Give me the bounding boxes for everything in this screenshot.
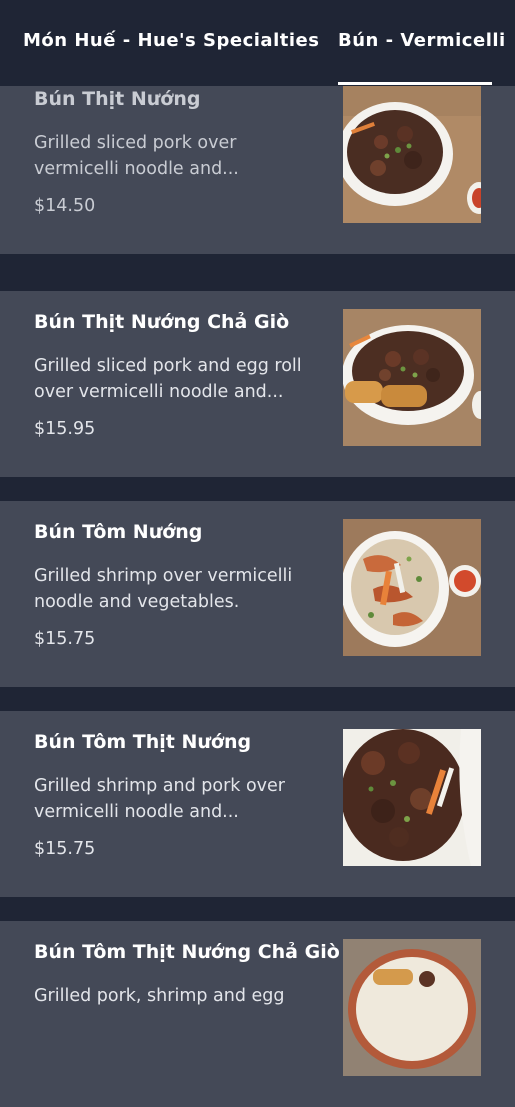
menu-item-photo	[343, 939, 481, 1076]
menu-item-card[interactable]: Bún Tôm Thịt Nướng Chả Giò Grilled pork,…	[0, 921, 515, 1107]
tab-hue-specialties[interactable]: Món Huế - Hue's Specialties	[23, 30, 319, 51]
menu-item-card[interactable]: Bún Tôm Thịt Nướng Grilled shrimp and po…	[0, 711, 515, 897]
menu-item-price: $14.50	[34, 196, 96, 216]
menu-item-description: Grilled pork, shrimp and egg	[34, 986, 285, 1006]
menu-item-name: Bún Thịt Nướng	[34, 88, 201, 110]
menu-item-photo	[343, 309, 481, 446]
menu-item-description: Grilled shrimp and pork over vermicelli …	[34, 776, 285, 822]
menu-item-name: Bún Tôm Thịt Nướng	[34, 731, 252, 753]
menu-item-price: $15.75	[34, 629, 96, 649]
menu-item-card[interactable]: Bún Thịt Nướng Grilled sliced pork over …	[0, 68, 515, 254]
menu-item-photo	[343, 86, 481, 223]
menu-item-card[interactable]: Bún Thịt Nướng Chả Giò Grilled sliced po…	[0, 291, 515, 477]
menu-item-description: Grilled sliced pork over vermicelli nood…	[34, 133, 239, 179]
menu-item-name: Bún Thịt Nướng Chả Giò	[34, 311, 290, 333]
menu-item-description: Grilled sliced pork and egg roll over ve…	[34, 356, 302, 402]
menu-item-description: Grilled shrimp over vermicelli noodle an…	[34, 566, 293, 612]
active-tab-indicator	[338, 82, 492, 85]
menu-item-card[interactable]: Bún Tôm Nướng Grilled shrimp over vermic…	[0, 501, 515, 687]
menu-item-photo	[343, 729, 481, 866]
menu-item-price: $15.75	[34, 839, 96, 859]
menu-item-price: $15.95	[34, 419, 96, 439]
tab-vermicelli[interactable]: Bún - Vermicelli	[338, 30, 506, 51]
category-tab-bar: Món Huế - Hue's Specialties Bún - Vermic…	[0, 0, 515, 86]
menu-item-name: Bún Tôm Thịt Nướng Chả Giò	[34, 941, 340, 963]
menu-item-name: Bún Tôm Nướng	[34, 521, 203, 543]
menu-item-photo	[343, 519, 481, 656]
